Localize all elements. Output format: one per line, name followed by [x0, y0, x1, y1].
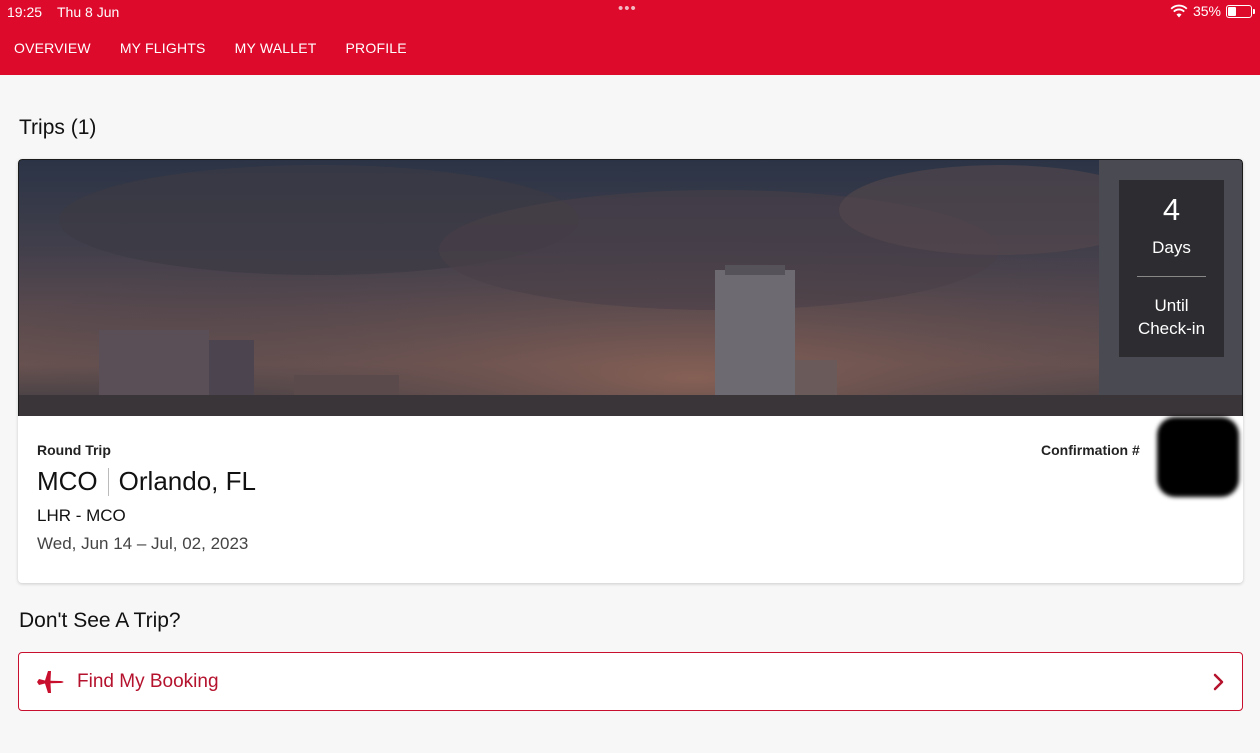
trips-heading: Trips (1): [19, 116, 97, 139]
status-time: 19:25: [7, 4, 43, 20]
nav-profile[interactable]: PROFILE: [346, 40, 407, 56]
countdown-unit: Days: [1152, 238, 1191, 257]
missing-trip-heading: Don't See A Trip?: [19, 609, 181, 632]
trip-dates: Wed, Jun 14 – Jul, 02, 2023: [37, 534, 249, 553]
battery-icon: [1226, 4, 1255, 18]
checkin-countdown: 4 Days Until Check-in: [1119, 180, 1224, 357]
countdown-divider: [1137, 276, 1206, 277]
find-my-booking-button[interactable]: Find My Booking: [18, 652, 1243, 711]
confirmation-number-redacted: [1157, 417, 1239, 497]
main-nav: OVERVIEW MY FLIGHTS MY WALLET PROFILE: [14, 40, 436, 56]
city-skyline-image: [19, 160, 1242, 416]
countdown-label-line1: Until: [1154, 296, 1189, 315]
trip-card[interactable]: 4 Days Until Check-in Round Trip MCO Orl…: [18, 159, 1243, 583]
trip-legs: LHR - MCO: [37, 506, 126, 525]
countdown-number: 4: [1162, 192, 1181, 227]
find-my-booking-label: Find My Booking: [77, 671, 219, 692]
destination-code: MCO: [37, 466, 98, 496]
status-date: Thu 8 Jun: [57, 4, 120, 20]
battery-percent: 35%: [1192, 3, 1221, 19]
trip-destination: MCO Orlando, FL: [37, 466, 256, 497]
battery-level: [1228, 6, 1237, 16]
confirmation-label: Confirmation #: [1041, 442, 1140, 458]
status-indicators: 35%: [1170, 3, 1255, 19]
chevron-right-icon: [1213, 673, 1224, 691]
destination-city: Orlando, FL: [118, 466, 256, 496]
plane-icon: [37, 671, 64, 693]
top-bar: 19:25 Thu 8 Jun ••• 35% OVERVIEW MY FLIG…: [0, 0, 1260, 75]
countdown-label-line2: Check-in: [1137, 319, 1206, 338]
route-separator: [107, 467, 109, 496]
countdown-label: Until Check-in: [1119, 294, 1224, 340]
nav-overview[interactable]: OVERVIEW: [14, 40, 91, 56]
wifi-icon: [1170, 4, 1188, 18]
destination-hero-image: 4 Days Until Check-in: [18, 159, 1243, 416]
trip-type: Round Trip: [37, 442, 111, 458]
nav-my-wallet[interactable]: MY WALLET: [235, 40, 317, 56]
nav-my-flights[interactable]: MY FLIGHTS: [120, 40, 206, 56]
multitasking-dots-icon[interactable]: •••: [618, 0, 637, 17]
